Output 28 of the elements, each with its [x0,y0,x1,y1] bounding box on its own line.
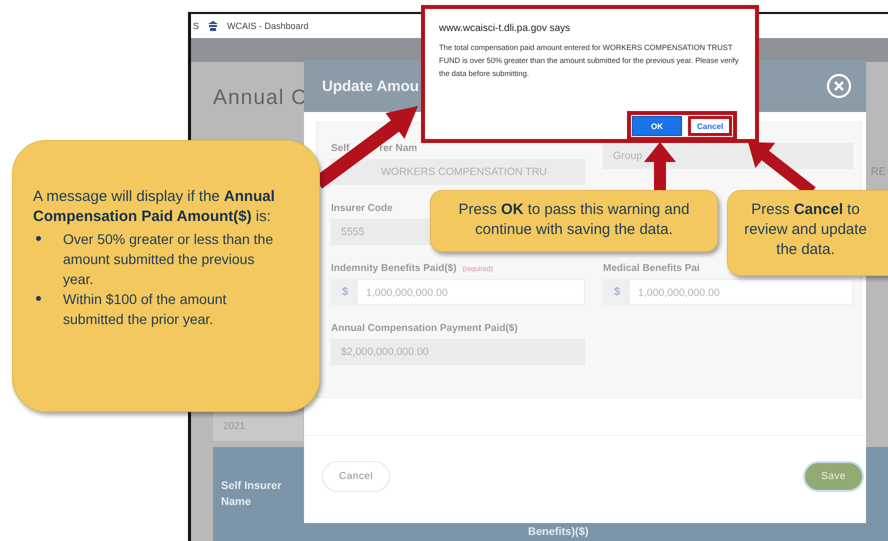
callout-text: Press Cancel to review and update the data. [743,200,868,260]
tab-icon [207,20,220,32]
tab-label: S [193,21,200,31]
close-icon[interactable] [826,73,852,99]
field-label: Medical Benefits Pai [603,263,700,274]
field-label: Annual Compensation Payment Paid($) [331,323,518,334]
ok-button[interactable]: OK [632,116,682,136]
save-button[interactable]: Save [803,461,864,492]
input-field[interactable]: WORKERS COMPENSATION TRU [331,159,585,185]
column-header: Self Insurer Name [221,478,283,510]
cancel-button[interactable]: Cancel [688,116,732,136]
input-field[interactable]: $2,000,000,000.00 [331,339,585,365]
column-header: Benefits)($) [528,525,590,540]
input-field[interactable]: $ 1,000,000,000.00 [331,279,585,305]
tab-title[interactable]: WCAIS - Dashboard [227,21,309,31]
callout-text: Press OK to pass this warning and continue with saving the data. [458,200,690,240]
cancel-button[interactable]: Cancel [322,461,390,492]
callout-text: A message will display if the Annual Compensation Paid Amount($) is: [33,187,276,227]
callout-text: Over 50% greater or less than the amount submitted the previous year. [63,230,274,289]
input-field[interactable]: $ 1,000,000,000.00 [603,279,853,305]
modal-title: Update Amou [322,78,419,94]
alert-title: www.wcaisci-t.dli.pa.gov says [439,23,572,34]
field-label: Insurer Code [331,203,393,214]
callout-text: Within $100 of the amount submitted the prior year. [63,290,228,329]
bullet-icon [36,236,41,241]
bullet-icon [36,296,41,301]
field-label: Self [331,143,350,154]
field-label: rer Nam [379,143,418,154]
